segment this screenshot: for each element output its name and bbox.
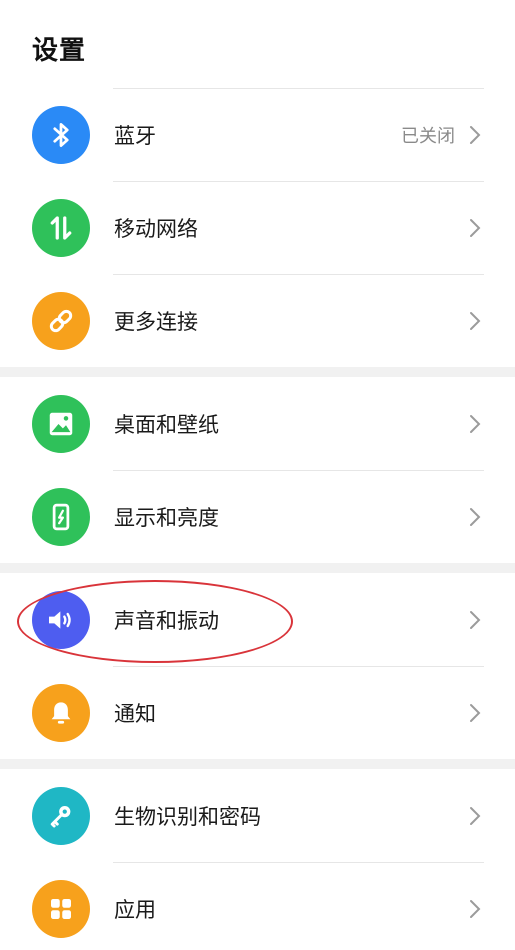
group-separator xyxy=(0,759,515,769)
settings-item-sound-vibration[interactable]: 声音和振动 xyxy=(0,573,515,666)
apps-grid-icon xyxy=(32,879,90,938)
settings-item-label: 应用 xyxy=(114,897,156,922)
chevron-right-icon xyxy=(463,309,487,333)
group-separator xyxy=(0,367,515,377)
settings-item-label: 桌面和壁纸 xyxy=(114,412,219,437)
settings-item-bluetooth[interactable]: 蓝牙 已关闭 xyxy=(0,88,515,181)
settings-item-label: 移动网络 xyxy=(114,216,198,241)
chevron-right-icon xyxy=(463,216,487,240)
divider xyxy=(113,666,484,667)
settings-item-label: 通知 xyxy=(114,701,156,726)
settings-item-display-brightness[interactable]: 显示和亮度 xyxy=(0,470,515,563)
chevron-right-icon xyxy=(463,897,487,921)
settings-item-label: 声音和振动 xyxy=(114,608,219,633)
chevron-right-icon xyxy=(463,608,487,632)
chevron-right-icon xyxy=(463,804,487,828)
divider xyxy=(113,181,484,182)
divider xyxy=(113,470,484,471)
settings-item-notifications[interactable]: 通知 xyxy=(0,666,515,759)
image-icon xyxy=(32,394,90,453)
speaker-icon xyxy=(32,590,90,649)
settings-item-more-connections[interactable]: 更多连接 xyxy=(0,274,515,367)
settings-group-connectivity: 蓝牙 已关闭 移动网络 更多连接 xyxy=(0,88,515,367)
key-icon xyxy=(32,786,90,845)
divider xyxy=(113,88,484,89)
settings-group-sound: 声音和振动 通知 xyxy=(0,573,515,759)
chevron-right-icon xyxy=(463,412,487,436)
settings-item-apps[interactable]: 应用 xyxy=(0,862,515,950)
settings-item-label: 显示和亮度 xyxy=(114,505,219,530)
settings-group-security: 生物识别和密码 应用 xyxy=(0,769,515,950)
settings-item-label: 更多连接 xyxy=(114,309,198,334)
link-icon xyxy=(32,291,90,350)
settings-item-mobile-network[interactable]: 移动网络 xyxy=(0,181,515,274)
group-separator xyxy=(0,563,515,573)
settings-item-biometrics-password[interactable]: 生物识别和密码 xyxy=(0,769,515,862)
divider xyxy=(113,862,484,863)
settings-group-display: 桌面和壁纸 显示和亮度 xyxy=(0,377,515,563)
chevron-right-icon xyxy=(463,505,487,529)
phone-display-icon xyxy=(32,487,90,546)
bluetooth-icon xyxy=(32,105,90,164)
chevron-right-icon xyxy=(463,123,487,147)
settings-item-label: 蓝牙 xyxy=(114,123,156,148)
header: 设置 xyxy=(0,0,515,88)
bell-icon xyxy=(32,683,90,742)
page-title: 设置 xyxy=(32,36,87,66)
chevron-right-icon xyxy=(463,701,487,725)
data-transfer-icon xyxy=(32,198,90,257)
settings-page: 设置 蓝牙 已关闭 移动网络 更多连接 桌面和壁纸 显示和亮度 声音和振动 通知… xyxy=(0,0,515,950)
bluetooth-status: 已关闭 xyxy=(401,125,455,147)
divider xyxy=(113,274,484,275)
settings-item-desktop-wallpaper[interactable]: 桌面和壁纸 xyxy=(0,377,515,470)
settings-item-label: 生物识别和密码 xyxy=(114,804,261,829)
